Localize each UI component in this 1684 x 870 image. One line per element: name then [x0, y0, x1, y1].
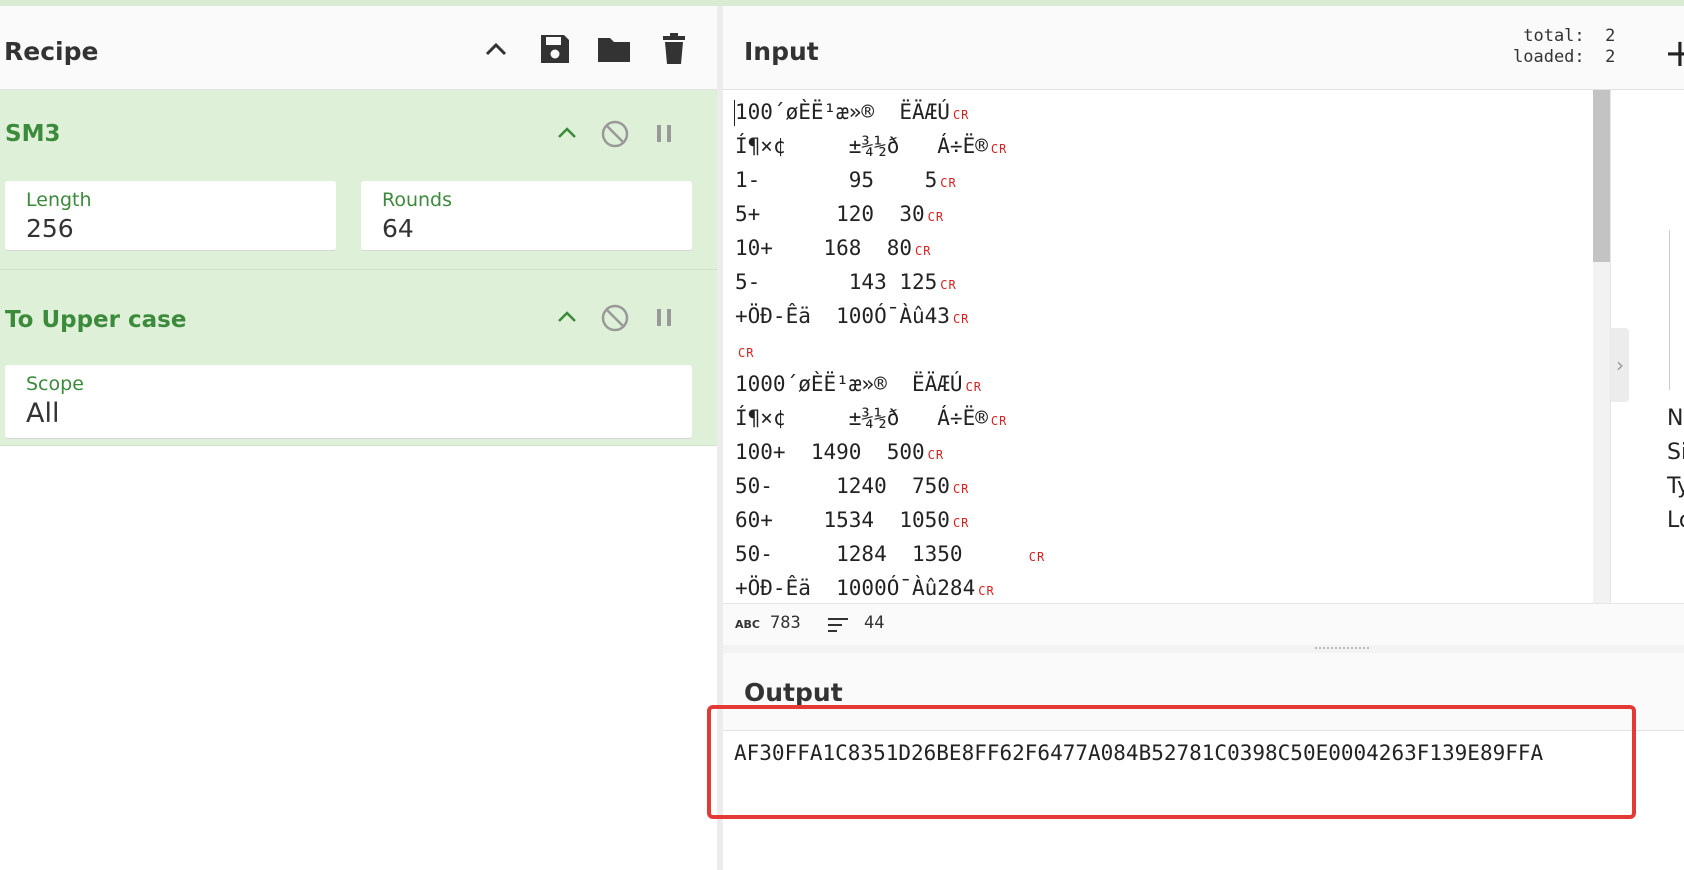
- pause-icon[interactable]: [646, 300, 682, 336]
- output-title: Output: [744, 678, 843, 707]
- input-line: +ÖÐ-Êä 100Ó¯Àû43 CR: [735, 304, 970, 328]
- disable-icon[interactable]: [597, 300, 633, 336]
- input-line: CR: [738, 346, 755, 360]
- input-line: 5- 143 125 CR: [735, 270, 957, 294]
- resize-grip-icon: [1315, 647, 1369, 650]
- file-thumbnail: [1669, 230, 1684, 390]
- input-scrollbar[interactable]: [1593, 90, 1610, 603]
- arg-value[interactable]: 256: [26, 214, 74, 243]
- pause-icon[interactable]: [646, 116, 682, 152]
- input-line: Í¶×¢ ±¾½ð Á÷Ë® CR: [735, 406, 1008, 430]
- arg-value[interactable]: 64: [382, 214, 414, 243]
- input-line: 1- 95 5 CR: [735, 168, 957, 192]
- input-line: +ÖÐ-Êä 1000Ó¯Àû284 CR: [735, 576, 995, 600]
- total-value: 2: [1605, 26, 1616, 46]
- file-detail-name: N: [1667, 406, 1684, 431]
- chevron-up-icon[interactable]: [478, 31, 514, 67]
- operation-to-upper-case: To Upper case Scope All: [0, 270, 717, 446]
- line-count: 44: [864, 613, 885, 633]
- input-line: Í¶×¢ ±¾½ð Á÷Ë® CR: [735, 134, 1008, 158]
- lines-icon: [828, 618, 848, 632]
- arg-label: Length: [26, 189, 92, 211]
- disable-icon[interactable]: [597, 116, 633, 152]
- input-line: 100+ 1490 500 CR: [735, 440, 945, 464]
- recipe-pane: Recipe SM3 Length 256 Rounds 64 To Upper…: [0, 6, 717, 870]
- abc-icon: ABC: [735, 618, 760, 631]
- save-icon[interactable]: [537, 31, 573, 67]
- arg-length[interactable]: Length 256: [5, 181, 336, 251]
- chevron-right-icon[interactable]: ›: [1611, 328, 1629, 402]
- trash-icon[interactable]: [656, 31, 692, 67]
- arg-rounds[interactable]: Rounds 64: [361, 181, 692, 251]
- loaded-label: loaded:: [1513, 47, 1585, 67]
- input-textarea[interactable]: 100´øÈË¹æ»® ËÄÆÚ CR Í¶×¢ ±¾½ð Á÷Ë® CR 1- 9…: [723, 90, 1593, 603]
- scrollbar-thumb[interactable]: [1593, 90, 1610, 262]
- input-status-bar: ABC 783 44: [723, 603, 1684, 645]
- input-line: 50- 1284 1350 CR: [735, 542, 1046, 566]
- chevron-up-icon[interactable]: [549, 116, 585, 152]
- input-line: 50- 1240 750 CR: [735, 474, 970, 498]
- file-detail-size: Si: [1667, 440, 1684, 465]
- arg-value[interactable]: All: [26, 398, 59, 429]
- chevron-up-icon[interactable]: [549, 300, 585, 336]
- output-textarea[interactable]: AF30FFA1C8351D26BE8FF62F6477A084B52781C0…: [723, 731, 1684, 870]
- input-title: Input: [744, 37, 819, 66]
- input-line: 100´øÈË¹æ»® ËÄÆÚ CR: [735, 100, 970, 124]
- io-resize-handle[interactable]: [723, 645, 1684, 653]
- operation-sm3: SM3 Length 256 Rounds 64: [0, 90, 717, 270]
- loaded-value: 2: [1605, 47, 1616, 67]
- input-line: 1000´øÈË¹æ»® ËÄÆÚ CR: [735, 372, 983, 396]
- output-header: Output: [723, 653, 1684, 731]
- input-header: Input total: 2 loaded: 2 +: [723, 6, 1684, 90]
- recipe-title: Recipe: [4, 37, 99, 66]
- file-detail-type: Ty: [1667, 474, 1684, 499]
- file-details-panel: › N Si Ty Lo: [1610, 90, 1684, 603]
- folder-icon[interactable]: [596, 31, 632, 67]
- arg-scope[interactable]: Scope All: [5, 365, 692, 439]
- input-line: 10+ 168 80 CR: [735, 236, 932, 260]
- arg-label: Rounds: [382, 189, 453, 211]
- arg-label: Scope: [26, 373, 84, 395]
- char-count: 783: [770, 613, 801, 633]
- total-label: total:: [1523, 26, 1585, 46]
- input-line: 5+ 120 30 CR: [735, 202, 945, 226]
- file-detail-loaded: Lo: [1667, 508, 1684, 533]
- output-value: AF30FFA1C8351D26BE8FF62F6477A084B52781C0…: [734, 741, 1544, 765]
- operation-title: SM3: [5, 121, 61, 147]
- add-input-icon[interactable]: +: [1664, 34, 1684, 72]
- operation-title: To Upper case: [5, 307, 187, 333]
- input-line: 60+ 1534 1050 CR: [735, 508, 970, 532]
- recipe-header: Recipe: [0, 6, 717, 90]
- input-stats: total: 2 loaded: 2: [1513, 26, 1615, 68]
